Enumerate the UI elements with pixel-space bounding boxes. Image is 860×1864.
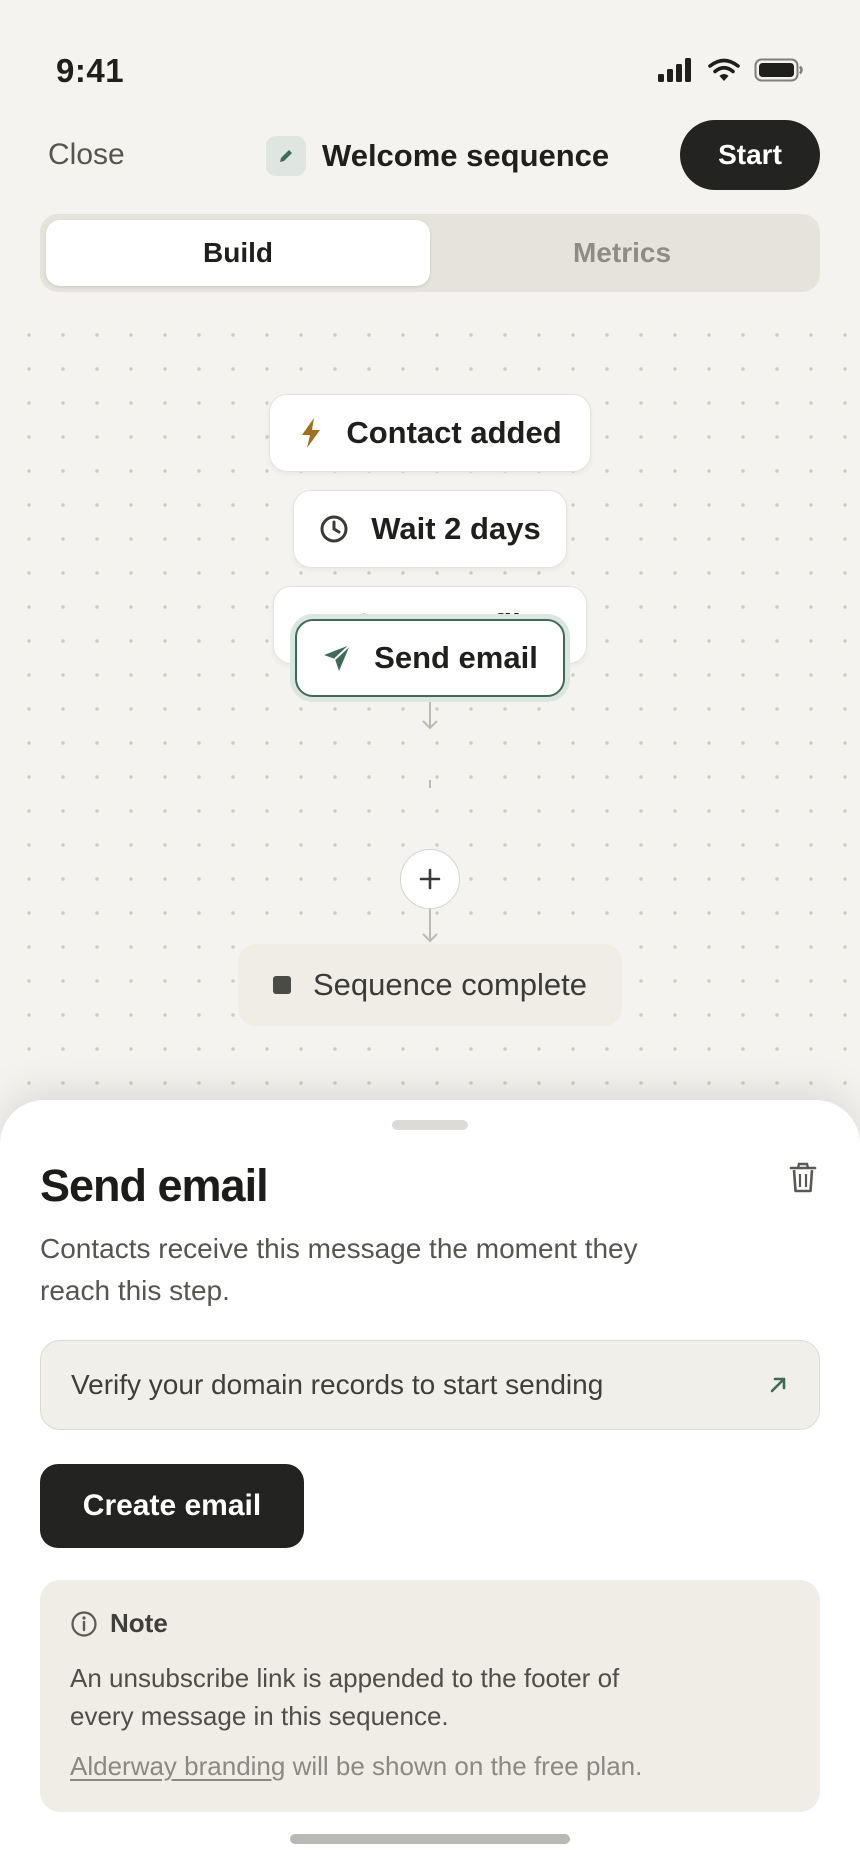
lightning-icon xyxy=(302,418,321,448)
create-email-button[interactable]: Create email xyxy=(40,1464,304,1548)
sheet-description: Contacts receive this message the moment… xyxy=(40,1233,638,1306)
arrow-up-right-icon xyxy=(770,1377,786,1393)
note-footer: Alderway branding will be shown on the f… xyxy=(70,1751,790,1782)
tab-metrics[interactable]: Metrics xyxy=(430,220,814,286)
info-icon xyxy=(71,1610,97,1637)
flow-node-sequence-complete: Sequence complete xyxy=(238,944,622,1026)
flow-node-contact-added[interactable]: Contact added xyxy=(269,394,591,472)
note-header: Note xyxy=(70,1608,790,1639)
stop-icon xyxy=(272,976,291,994)
connector xyxy=(429,780,431,788)
flow-node-wait[interactable]: Wait 2 days xyxy=(293,490,567,568)
node-label: Sequence complete xyxy=(312,967,588,1002)
close-button[interactable]: Close xyxy=(48,138,125,172)
verify-banner-text: Verify your domain records to start send… xyxy=(71,1369,604,1400)
tab-build[interactable]: Build xyxy=(46,220,430,286)
status-time: 9:41 xyxy=(56,52,125,89)
note-heading: Note xyxy=(110,1608,168,1638)
sheet-title: Send email xyxy=(40,1160,269,1211)
trash-icon xyxy=(789,1162,817,1193)
branding-text: will be shown on the free plan. xyxy=(285,1751,643,1781)
home-indicator xyxy=(290,1834,570,1844)
plus-icon xyxy=(419,868,441,890)
connector-arrow xyxy=(422,933,438,943)
signal-icon xyxy=(658,58,691,82)
status-icons xyxy=(658,58,804,82)
node-label: Wait 2 days xyxy=(371,511,541,546)
node-label: Contact added xyxy=(346,415,562,450)
flow-canvas: Contact added Wait 2 days Segment filter… xyxy=(0,330,860,1090)
bottom-sheet: Send email Contacts receive this message… xyxy=(0,1100,860,1864)
delete-button[interactable] xyxy=(788,1162,818,1199)
title-text: Welcome sequence xyxy=(322,138,610,173)
flow-node-send-email[interactable]: Send email xyxy=(295,619,565,697)
send-icon xyxy=(324,644,351,671)
note-body: An unsubscribe link is appended to the f… xyxy=(70,1663,620,1731)
sheet-handle[interactable] xyxy=(392,1120,468,1130)
note-card: Note An unsubscribe link is appended to … xyxy=(40,1580,820,1812)
tab-bar: Build Metrics xyxy=(40,214,820,292)
verify-domain-banner[interactable]: Verify your domain records to start send… xyxy=(40,1340,820,1430)
connector-arrow xyxy=(422,720,438,730)
wifi-icon xyxy=(708,58,740,81)
battery-icon xyxy=(754,58,803,82)
edit-icon xyxy=(266,136,306,176)
node-label: Send email xyxy=(374,640,538,675)
branding-link[interactable]: Alderway branding xyxy=(70,1751,285,1781)
sequence-title[interactable]: Welcome sequence xyxy=(266,136,609,176)
clock-icon xyxy=(320,515,348,543)
add-step-button[interactable] xyxy=(400,849,460,909)
start-button[interactable]: Start xyxy=(680,120,820,190)
